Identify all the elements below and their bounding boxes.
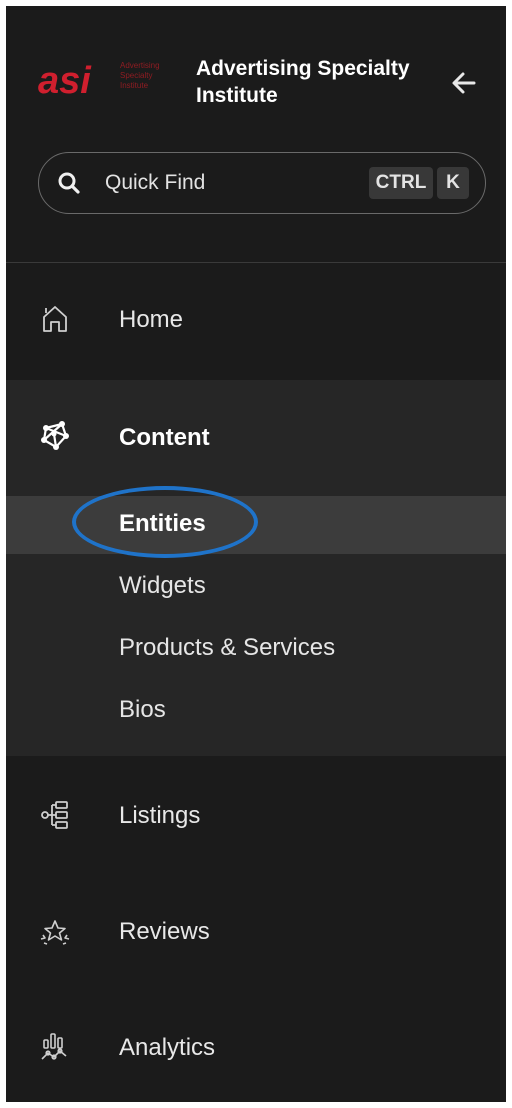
nav-label-reviews: Reviews bbox=[119, 918, 210, 945]
analytics-chart-icon bbox=[41, 1033, 67, 1060]
stars-icon bbox=[40, 920, 70, 945]
nav-item-analytics[interactable]: Analytics bbox=[6, 988, 506, 1102]
asi-logo: asi bbox=[38, 60, 92, 100]
nav-item-listings[interactable]: Listings bbox=[6, 756, 506, 872]
sub-label-bios: Bios bbox=[119, 696, 166, 723]
nav-label-analytics: Analytics bbox=[119, 1034, 216, 1061]
brand-name: Advertising Specialty Institute bbox=[196, 57, 410, 107]
highlight-annotation bbox=[72, 486, 258, 558]
shortcut-key-ctrl: CTRL bbox=[369, 167, 433, 199]
sidebar: asi Advertising Specialty Institute Adve… bbox=[6, 6, 506, 1102]
search-placeholder: Quick Find bbox=[105, 171, 206, 194]
nav-label-listings: Listings bbox=[119, 802, 201, 829]
quick-find-search[interactable]: Quick Find CTRL K bbox=[38, 152, 486, 214]
search-icon bbox=[58, 172, 80, 194]
sub-item-products-services[interactable]: Products & Services bbox=[6, 620, 506, 678]
listings-tree-icon bbox=[41, 801, 68, 829]
nav-label-home: Home bbox=[119, 306, 184, 333]
arrow-left-icon bbox=[452, 72, 476, 94]
nav-item-reviews[interactable]: Reviews bbox=[6, 872, 506, 988]
sub-item-bios[interactable]: Bios bbox=[6, 682, 506, 740]
nav-item-home[interactable]: Home bbox=[6, 262, 506, 378]
collapse-sidebar-button[interactable] bbox=[446, 65, 482, 101]
network-nodes-icon bbox=[41, 421, 69, 450]
nav-label-content: Content bbox=[119, 424, 210, 451]
logo-tagline: Advertising Specialty Institute bbox=[120, 61, 160, 90]
nav-item-content[interactable]: Content bbox=[6, 380, 506, 496]
sub-item-widgets[interactable]: Widgets bbox=[6, 558, 506, 616]
svg-text:asi: asi bbox=[38, 60, 92, 100]
home-icon bbox=[43, 306, 67, 332]
shortcut-key-k: K bbox=[437, 167, 469, 199]
sub-label-products-services: Products & Services bbox=[119, 634, 336, 661]
sidebar-header: asi Advertising Specialty Institute Adve… bbox=[6, 6, 506, 156]
nav-group-content: Content Entities Widgets Products & Serv… bbox=[6, 380, 506, 756]
sub-label-widgets: Widgets bbox=[119, 572, 206, 599]
